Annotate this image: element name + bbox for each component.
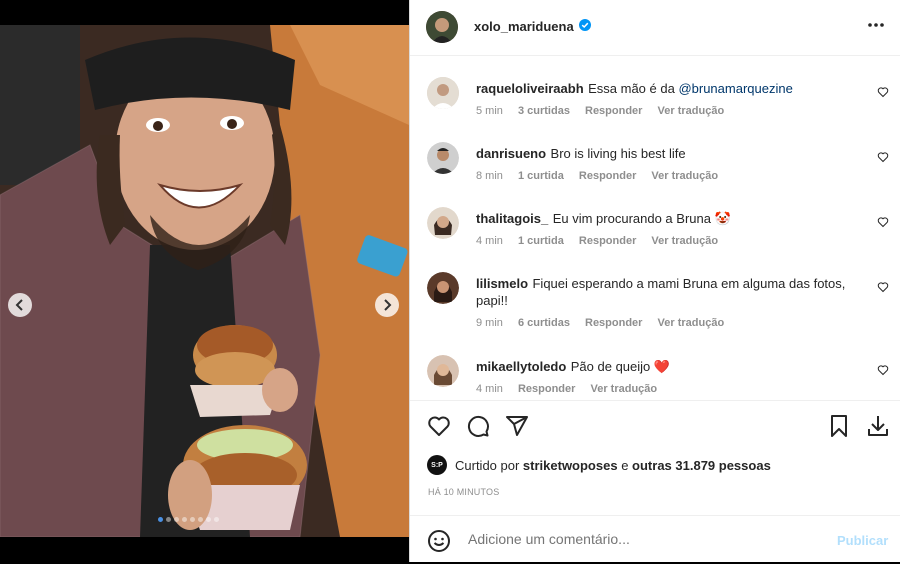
comment-meta: 4 min 1 curtida Responder Ver tradução	[476, 235, 730, 247]
comment-text: Eu vim procurando a Bruna 🤡	[552, 211, 731, 226]
comment-bubble-icon[interactable]	[466, 414, 490, 438]
carousel-dot	[166, 517, 171, 522]
comment-username[interactable]: lilismelo	[476, 276, 528, 291]
comment-translate-button[interactable]: Ver tradução	[651, 170, 718, 182]
comment-username[interactable]: mikaellytoledo	[476, 359, 566, 374]
more-horizontal-icon[interactable]	[867, 22, 885, 28]
carousel-dot	[174, 517, 179, 522]
carousel-dot	[190, 517, 195, 522]
comment-time: 4 min	[476, 383, 503, 395]
comment-time: 8 min	[476, 170, 503, 182]
comment-translate-button[interactable]: Ver tradução	[591, 383, 658, 395]
verified-badge-icon	[579, 19, 591, 31]
comment-avatar-image	[427, 77, 459, 109]
comment-reply-button[interactable]: Responder	[579, 170, 636, 182]
comment-avatar-image	[427, 272, 459, 304]
comment-like-heart-icon[interactable]	[877, 364, 889, 376]
post-media[interactable]	[0, 25, 409, 537]
carousel-dot	[198, 517, 203, 522]
carousel-dot	[206, 517, 211, 522]
comment-like-heart-icon[interactable]	[877, 151, 889, 163]
comment-avatar-image	[427, 207, 459, 239]
media-top-letterbox	[0, 0, 409, 25]
comment-translate-button[interactable]: Ver tradução	[658, 105, 725, 117]
liker-avatar-text: S:P	[431, 461, 443, 469]
publish-button[interactable]: Publicar	[837, 533, 888, 548]
comment-text: Pão de queijo ❤️	[570, 359, 671, 374]
carousel-dot	[182, 517, 187, 522]
download-icon[interactable]	[866, 414, 890, 438]
emoji-icon[interactable]	[427, 529, 451, 553]
comment-reply-button[interactable]: Responder	[579, 235, 636, 247]
comment-meta: 8 min 1 curtida Responder Ver tradução	[476, 170, 730, 182]
comment-mention-link[interactable]: @brunamarquezine	[678, 81, 792, 96]
carousel-prev-button[interactable]	[8, 293, 32, 317]
comment-translate-button[interactable]: Ver tradução	[658, 317, 725, 329]
chevron-left-icon	[15, 299, 23, 311]
post-actions-section: S:P Curtido por striketwoposes e outras …	[410, 400, 900, 563]
comment-meta: 9 min 6 curtidas Responder Ver tradução	[476, 317, 736, 329]
likes-summary: Curtido por striketwoposes e outras 31.8…	[455, 458, 771, 473]
author-avatar-image	[426, 11, 458, 43]
comment-reply-button[interactable]: Responder	[585, 317, 642, 329]
comment-avatar[interactable]	[427, 142, 459, 174]
comment-username[interactable]: thalitagois_	[476, 211, 548, 226]
comment-avatar-image	[427, 142, 459, 174]
comment-time: 5 min	[476, 105, 503, 117]
comment-translate-button[interactable]: Ver tradução	[651, 235, 718, 247]
carousel-next-button[interactable]	[375, 293, 399, 317]
save-bookmark-icon[interactable]	[827, 414, 851, 438]
liker-avatar[interactable]: S:P	[427, 455, 447, 475]
comment-text: Essa mão é da	[588, 81, 679, 96]
comment-input[interactable]	[466, 530, 810, 548]
comment-avatar-image	[427, 355, 459, 387]
carousel-dots	[158, 517, 219, 522]
comment-text: Bro is living his best life	[550, 146, 686, 161]
share-send-icon[interactable]	[505, 414, 529, 438]
comment-avatar[interactable]	[427, 77, 459, 109]
comment-time: 4 min	[476, 235, 503, 247]
comment-reply-button[interactable]: Responder	[518, 383, 575, 395]
comment-time: 9 min	[476, 317, 503, 329]
likes-middle: e	[617, 458, 633, 473]
comment-reply-button[interactable]: Responder	[585, 105, 642, 117]
post-photo	[0, 25, 409, 537]
likes-prefix: Curtido por	[455, 458, 523, 473]
comment-text: Fiquei esperando a mami Bruna em alguma …	[476, 276, 846, 308]
comment-avatar[interactable]	[427, 207, 459, 239]
carousel-dot	[214, 517, 219, 522]
liker-username[interactable]: striketwoposes	[523, 458, 618, 473]
post-details-panel: xolo_mariduena raqueloliveiraabh Essa mã…	[409, 0, 900, 562]
comment-username[interactable]: danrisueno	[476, 146, 546, 161]
comment-like-heart-icon[interactable]	[877, 86, 889, 98]
comment-likes-count[interactable]: 6 curtidas	[518, 317, 570, 329]
comment-like-heart-icon[interactable]	[877, 216, 889, 228]
comment-meta: 5 min 3 curtidas Responder Ver tradução	[476, 105, 736, 117]
comment-meta: 4 min Responder Ver tradução	[476, 383, 669, 395]
comment-likes-count[interactable]: 1 curtida	[518, 235, 564, 247]
comment-avatar[interactable]	[427, 272, 459, 304]
comment-like-heart-icon[interactable]	[877, 281, 889, 293]
author-username[interactable]: xolo_mariduena	[474, 19, 574, 34]
like-heart-icon[interactable]	[427, 414, 451, 438]
comment-likes-count[interactable]: 1 curtida	[518, 170, 564, 182]
post-header: xolo_mariduena	[410, 0, 900, 56]
comment-avatar[interactable]	[427, 355, 459, 387]
author-avatar[interactable]	[426, 11, 458, 43]
likes-others-link[interactable]: outras 31.879 pessoas	[632, 458, 771, 473]
media-bottom-letterbox	[0, 537, 409, 562]
chevron-right-icon	[384, 299, 392, 311]
comment-username[interactable]: raqueloliveiraabh	[476, 81, 584, 96]
comment-composer: Publicar	[410, 515, 900, 564]
comment-likes-count[interactable]: 3 curtidas	[518, 105, 570, 117]
carousel-dot	[158, 517, 163, 522]
post-timestamp[interactable]: HÁ 10 MINUTOS	[428, 487, 499, 497]
